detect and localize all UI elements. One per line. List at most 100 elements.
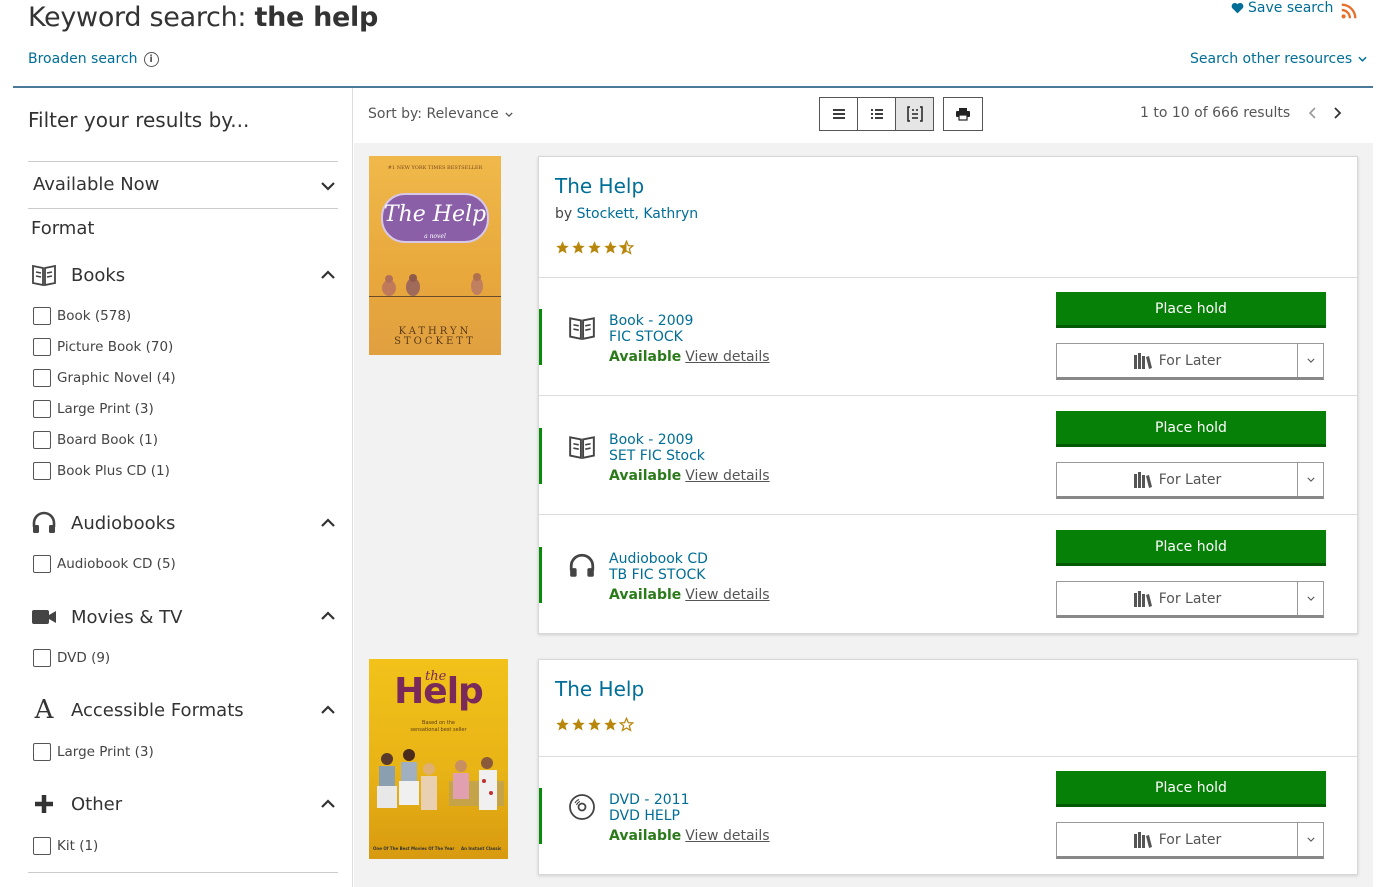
place-hold-button[interactable]: Place hold <box>1056 292 1326 328</box>
movie-cast-illustration <box>377 749 504 810</box>
format-link[interactable]: DVD - 2011 <box>609 792 689 808</box>
filter-group-movies-tv[interactable]: Movies & TV <box>31 604 182 630</box>
for-later-dropdown[interactable] <box>1297 463 1323 496</box>
checkbox[interactable] <box>33 338 51 356</box>
chevron-left-icon[interactable] <box>1308 107 1316 119</box>
checkbox[interactable] <box>33 369 51 387</box>
detailed-list-view-button[interactable] <box>857 97 896 131</box>
place-hold-button[interactable]: Place hold <box>1056 771 1326 807</box>
sort-dropdown[interactable]: Sort by: Relevance <box>368 106 513 122</box>
place-hold-button[interactable]: Place hold <box>1056 411 1326 447</box>
filter-option[interactable]: DVD (9) <box>33 649 110 667</box>
for-later-main[interactable]: For Later <box>1057 582 1297 615</box>
for-later-button[interactable]: For Later <box>1056 462 1324 499</box>
video-camera-icon <box>31 604 57 630</box>
filter-group-audiobooks[interactable]: Audiobooks <box>31 510 175 536</box>
chevron-up-icon[interactable] <box>320 608 336 624</box>
chevron-right-icon[interactable] <box>1334 107 1342 119</box>
heart-icon <box>1231 2 1244 14</box>
printer-icon <box>956 108 970 121</box>
headphones-icon <box>31 510 57 536</box>
call-number: SET FIC Stock <box>609 448 705 464</box>
for-later-main[interactable]: For Later <box>1057 463 1297 496</box>
filter-option[interactable]: Large Print (3) <box>33 743 154 761</box>
for-later-dropdown[interactable] <box>1297 823 1323 856</box>
print-button[interactable] <box>943 97 983 131</box>
for-later-button[interactable]: For Later <box>1056 581 1324 618</box>
chevron-up-icon[interactable] <box>320 702 336 718</box>
checkbox[interactable] <box>33 649 51 667</box>
for-later-dropdown[interactable] <box>1297 344 1323 377</box>
dvd-cover-image[interactable]: the Help Based on the sensational best s… <box>369 659 508 859</box>
availability-status: Available View details <box>609 349 770 365</box>
checkbox[interactable] <box>33 431 51 449</box>
cover-title-text: Help <box>394 671 484 712</box>
for-later-dropdown[interactable] <box>1297 582 1323 615</box>
result-title-link[interactable]: The Help <box>555 677 644 701</box>
card-view-icon <box>906 106 923 122</box>
view-mode-group <box>819 97 934 131</box>
plus-icon <box>31 791 57 817</box>
divider <box>28 208 338 209</box>
filter-option[interactable]: Large Print (3) <box>33 400 154 418</box>
filter-group-other[interactable]: Other <box>31 791 122 817</box>
format-link[interactable]: Audiobook CD <box>609 551 708 567</box>
filter-group-accessible-formats[interactable]: A Accessible Formats <box>31 695 244 725</box>
filter-option[interactable]: Audiobook CD (5) <box>33 555 176 573</box>
filter-option[interactable]: Board Book (1) <box>33 431 158 449</box>
place-hold-button[interactable]: Place hold <box>1056 530 1326 566</box>
format-link[interactable]: Book - 2009 <box>609 313 693 329</box>
cover-subtitle-text: a novel <box>424 233 446 240</box>
holding-item: Book - 2009 FIC STOCK Available View det… <box>539 277 1357 395</box>
save-search-link[interactable]: Save search <box>1231 0 1333 16</box>
filter-option[interactable]: Picture Book (70) <box>33 338 173 356</box>
checkbox[interactable] <box>33 462 51 480</box>
filter-group-books[interactable]: Books <box>31 262 125 288</box>
cover-quote-text: One Of The Best Movies Of The Year <box>373 846 455 851</box>
format-heading: Format <box>31 218 95 239</box>
for-later-button[interactable]: For Later <box>1056 822 1324 859</box>
shelf-icon <box>1133 352 1152 369</box>
page-title: Keyword search: the help <box>28 2 379 33</box>
filter-option[interactable]: Book Plus CD (1) <box>33 462 170 480</box>
rss-icon[interactable] <box>1340 2 1358 20</box>
divider <box>28 872 338 873</box>
chevron-down-icon[interactable] <box>320 178 336 194</box>
view-details-link[interactable]: View details <box>685 828 769 844</box>
format-link[interactable]: Book - 2009 <box>609 432 693 448</box>
filter-option[interactable]: Book (578) <box>33 307 131 325</box>
search-other-resources-dropdown[interactable]: Search other resources <box>1190 51 1367 67</box>
checkbox[interactable] <box>33 400 51 418</box>
call-number: DVD HELP <box>609 808 680 824</box>
for-later-button[interactable]: For Later <box>1056 343 1324 380</box>
checkbox[interactable] <box>33 555 51 573</box>
checkbox[interactable] <box>33 307 51 325</box>
availability-bar <box>539 547 542 603</box>
author-link[interactable]: Stockett, Kathryn <box>577 206 699 222</box>
filter-option[interactable]: Graphic Novel (4) <box>33 369 176 387</box>
result-card: The Help by Stockett, Kathryn Book - 200… <box>538 156 1358 634</box>
chevron-up-icon[interactable] <box>320 267 336 283</box>
available-now-filter[interactable]: Available Now <box>33 174 159 195</box>
checkbox[interactable] <box>33 743 51 761</box>
result-title-link[interactable]: The Help <box>555 174 644 198</box>
results-toolbar: Sort by: Relevance 1 to 10 of 666 result… <box>354 88 1373 143</box>
chevron-up-icon[interactable] <box>320 796 336 812</box>
divider <box>28 161 338 162</box>
broaden-search-link[interactable]: Broaden search i <box>28 51 159 67</box>
info-icon[interactable]: i <box>143 51 159 67</box>
chevron-up-icon[interactable] <box>320 515 336 531</box>
list-icon <box>832 109 845 119</box>
view-details-link[interactable]: View details <box>685 587 769 603</box>
for-later-main[interactable]: For Later <box>1057 344 1297 377</box>
view-details-link[interactable]: View details <box>685 349 769 365</box>
book-cover-image[interactable]: #1 NEW YORK TIMES BESTSELLER The Help a … <box>369 156 501 355</box>
checkbox[interactable] <box>33 837 51 855</box>
availability-status: Available View details <box>609 587 770 603</box>
filter-option[interactable]: Kit (1) <box>33 837 98 855</box>
list-view-button[interactable] <box>819 97 858 131</box>
availability-bar <box>539 788 542 844</box>
view-details-link[interactable]: View details <box>685 468 769 484</box>
for-later-main[interactable]: For Later <box>1057 823 1297 856</box>
card-view-button[interactable] <box>895 97 934 131</box>
